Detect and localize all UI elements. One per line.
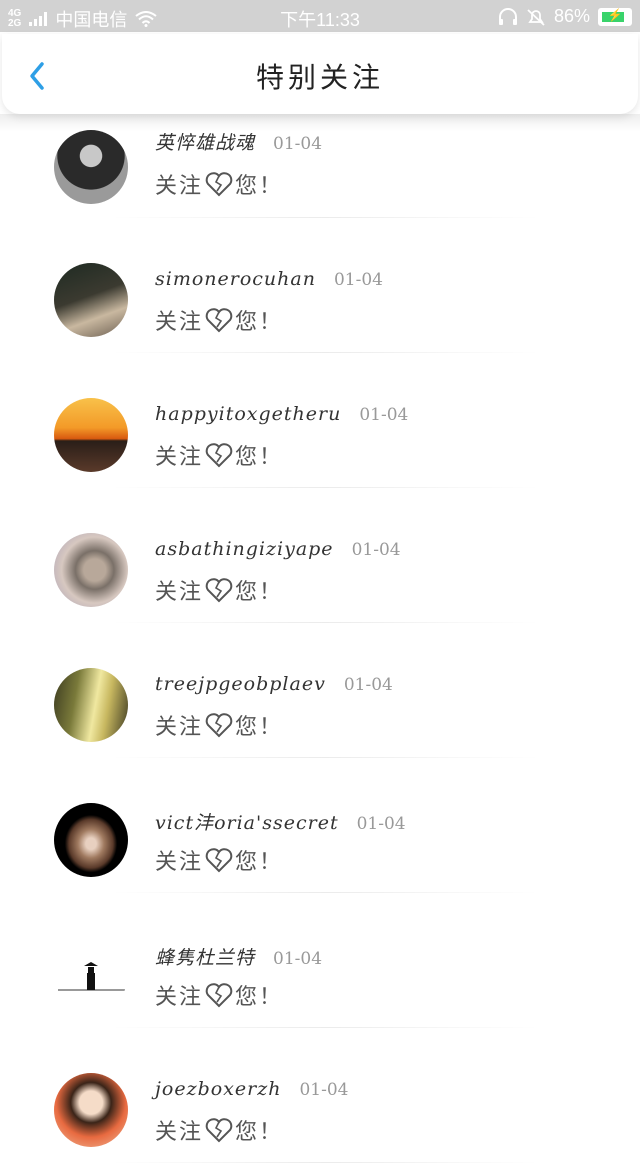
item-date: 01-04	[356, 814, 406, 834]
avatar[interactable]	[54, 1073, 128, 1147]
message-text-before: 关注	[155, 174, 204, 199]
item-date: 01-04	[351, 540, 401, 560]
list-item[interactable]: asbathingiziyape 01-04 关注 您！	[0, 488, 640, 623]
message-text-after: 您！	[235, 580, 284, 605]
item-header: 英悴雄战魂 01-04	[155, 128, 322, 155]
message-text-before: 关注	[155, 445, 204, 470]
message-text-after: 您！	[235, 1120, 284, 1145]
message-text-after: 您！	[235, 715, 284, 740]
item-header: 蜂隽杜兰特 01-04	[155, 943, 322, 970]
item-message: 关注 您！	[155, 844, 283, 876]
message-text-before: 关注	[155, 310, 204, 335]
username[interactable]: joezboxerzh	[155, 1078, 281, 1100]
list-item[interactable]: 英悴雄战魂 01-04 关注 您！	[0, 130, 640, 218]
list-item[interactable]: 蜂隽杜兰特 01-04 关注 您！	[0, 893, 640, 1028]
broken-heart-icon	[205, 578, 233, 603]
message-text-before: 关注	[155, 850, 204, 875]
headphones-icon	[498, 7, 517, 25]
item-header: happyitoxgetheru 01-04	[155, 403, 408, 425]
broken-heart-icon	[205, 713, 233, 738]
avatar[interactable]	[54, 533, 128, 607]
broken-heart-icon	[205, 308, 233, 333]
page-title: 特别关注	[255, 61, 384, 94]
item-message: 关注 您！	[155, 304, 283, 336]
username[interactable]: vict沣oria'ssecret	[155, 808, 339, 835]
broken-heart-icon	[205, 172, 233, 197]
item-message: 关注 您！	[155, 168, 283, 200]
avatar[interactable]	[54, 803, 128, 877]
item-message: 关注 您！	[155, 979, 283, 1011]
username[interactable]: simonerocuhan	[155, 268, 316, 290]
item-date: 01-04	[299, 1080, 349, 1100]
message-text-before: 关注	[155, 580, 204, 605]
avatar[interactable]	[54, 130, 128, 204]
list-item[interactable]: simonerocuhan 01-04 关注 您！	[0, 218, 640, 353]
battery-icon: ⚡	[598, 7, 632, 26]
message-text-before: 关注	[155, 985, 204, 1010]
item-date: 01-04	[273, 134, 323, 154]
item-message: 关注 您！	[155, 709, 283, 741]
message-text-after: 您！	[235, 445, 284, 470]
item-date: 01-04	[359, 405, 409, 425]
message-text-before: 关注	[155, 1120, 204, 1145]
item-header: simonerocuhan 01-04	[155, 268, 383, 290]
broken-heart-icon	[205, 983, 233, 1008]
charging-bolt-icon: ⚡	[607, 7, 623, 22]
message-text-before: 关注	[155, 715, 204, 740]
username[interactable]: 蜂隽杜兰特	[155, 943, 255, 970]
item-header: joezboxerzh 01-04	[155, 1078, 349, 1100]
avatar[interactable]	[54, 398, 128, 472]
avatar[interactable]	[54, 263, 128, 337]
item-header: vict沣oria'ssecret 01-04	[155, 808, 406, 835]
broken-heart-icon	[205, 443, 233, 468]
item-date: 01-04	[343, 675, 393, 695]
follow-list: 英悴雄战魂 01-04 关注 您！ simonerocuhan 01-04 关注…	[0, 130, 640, 1163]
list-item[interactable]: happyitoxgetheru 01-04 关注 您！	[0, 353, 640, 488]
broken-heart-icon	[205, 848, 233, 873]
avatar[interactable]	[54, 668, 128, 742]
item-date: 01-04	[273, 949, 323, 969]
item-header: treejpgeobplaev 01-04	[155, 673, 393, 695]
username[interactable]: happyitoxgetheru	[155, 403, 341, 425]
samurai-silhouette-icon	[58, 962, 126, 991]
broken-heart-icon	[205, 1118, 233, 1143]
message-text-after: 您！	[235, 985, 284, 1010]
bell-muted-icon	[527, 8, 545, 26]
status-right: 86% ⚡	[498, 6, 632, 27]
header: 特别关注	[2, 34, 638, 114]
list-item[interactable]: treejpgeobplaev 01-04 关注 您！	[0, 623, 640, 758]
item-date: 01-04	[333, 270, 383, 290]
status-bar: 4G 2G 中国电信 下午11:33 86% ⚡	[0, 0, 640, 32]
item-message: 关注 您！	[155, 574, 283, 606]
list-item[interactable]: vict沣oria'ssecret 01-04 关注 您！	[0, 758, 640, 893]
battery-percent: 86%	[553, 6, 590, 26]
item-header: asbathingiziyape 01-04	[155, 538, 401, 560]
username[interactable]: asbathingiziyape	[155, 538, 334, 560]
item-message: 关注 您！	[155, 1114, 283, 1146]
list-item[interactable]: joezboxerzh 01-04 关注 您！	[0, 1028, 640, 1163]
username[interactable]: treejpgeobplaev	[155, 673, 326, 695]
avatar[interactable]	[54, 938, 128, 1012]
username[interactable]: 英悴雄战魂	[155, 128, 255, 155]
item-message: 关注 您！	[155, 439, 283, 471]
message-text-after: 您！	[235, 174, 284, 199]
message-text-after: 您！	[235, 310, 284, 335]
message-text-after: 您！	[235, 850, 284, 875]
